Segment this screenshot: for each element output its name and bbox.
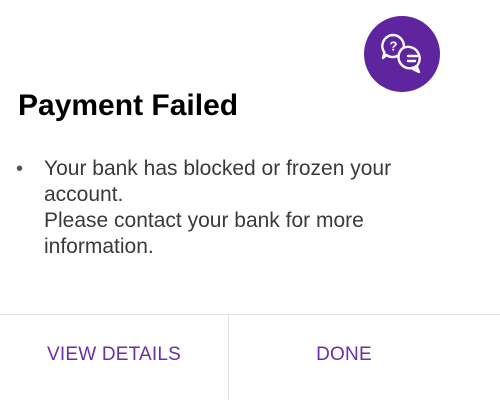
question-glyph: ? bbox=[390, 39, 398, 54]
done-button[interactable]: DONE bbox=[229, 315, 459, 395]
help-button[interactable]: ? bbox=[364, 16, 440, 92]
bullet-icon: • bbox=[16, 158, 24, 180]
dialog-title: Payment Failed bbox=[18, 89, 239, 122]
list-item: • Your bank has blocked or frozen your a… bbox=[16, 156, 486, 260]
message-line-1: Your bank has blocked or frozen your acc… bbox=[44, 157, 392, 206]
view-details-button[interactable]: VIEW DETAILS bbox=[0, 315, 228, 395]
message-line-2: Please contact your bank for more inform… bbox=[44, 209, 364, 258]
message-list: • Your bank has blocked or frozen your a… bbox=[16, 156, 486, 260]
help-chat-icon: ? bbox=[381, 33, 421, 74]
error-message: Your bank has blocked or frozen your acc… bbox=[44, 156, 434, 260]
